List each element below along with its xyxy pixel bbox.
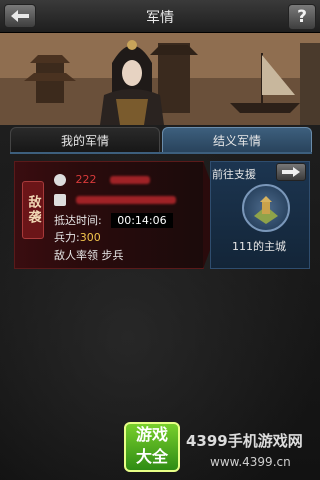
arrival-row: 抵达时间: 00:14:06	[54, 212, 174, 228]
enemy-raid-badge: 敌袭	[22, 181, 44, 239]
support-label: 前往支援	[212, 168, 256, 181]
player-icon	[54, 174, 66, 186]
troops-value: 300	[79, 231, 101, 244]
ad-url: www.4399.cn	[210, 455, 291, 469]
commander-text: 敌人率领 步兵	[54, 249, 124, 262]
help-button[interactable]: ?	[288, 4, 316, 30]
troops-label: 兵力:	[54, 231, 80, 244]
top-bar: 军情 ?	[0, 0, 320, 33]
troops-row: 兵力:300	[54, 229, 101, 245]
ad-text: 4399手机游戏网	[186, 432, 303, 450]
tab-my-intel[interactable]: 我的军情	[10, 127, 160, 153]
banner-image	[0, 33, 320, 125]
tab-underline	[10, 152, 312, 154]
go-support-button[interactable]	[276, 163, 306, 181]
arrival-label: 抵达时间:	[54, 214, 102, 227]
redacted-location	[75, 196, 176, 204]
city-label: 111的主城	[232, 240, 286, 253]
right-arrow-icon	[282, 167, 300, 177]
player-row: 222	[54, 173, 150, 186]
player-value: 222	[75, 173, 97, 186]
page-title: 军情	[146, 10, 174, 26]
location-icon	[54, 194, 66, 206]
tab-sworn-intel[interactable]: 结义军情	[162, 127, 312, 153]
location-row	[54, 193, 176, 206]
ad-logo-line1: 游戏	[135, 425, 168, 444]
redacted-name	[110, 176, 150, 184]
arrival-time: 00:14:06	[111, 213, 174, 228]
ad-logo-line2: 大全	[135, 447, 168, 466]
main-city-icon[interactable]	[242, 184, 290, 232]
ad-logo: 游戏 大全	[124, 422, 180, 472]
